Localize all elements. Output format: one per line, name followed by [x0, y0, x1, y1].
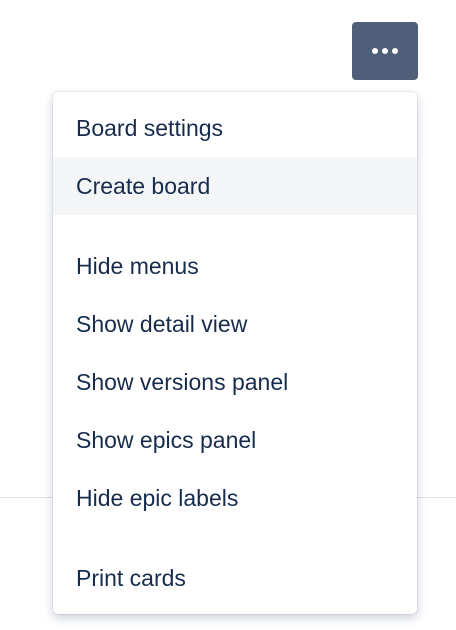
menu-group-view: Hide menus Show detail view Show version…	[53, 237, 417, 527]
menu-item-hide-menus[interactable]: Hide menus	[53, 237, 417, 295]
menu-item-hide-epic-labels[interactable]: Hide epic labels	[53, 469, 417, 527]
menu-item-show-detail-view[interactable]: Show detail view	[53, 295, 417, 353]
menu-item-show-epics-panel[interactable]: Show epics panel	[53, 411, 417, 469]
more-horizontal-icon	[372, 48, 398, 54]
menu-group-print: Print cards	[53, 549, 417, 607]
board-actions-dropdown: Board settings Create board Hide menus S…	[53, 92, 417, 614]
more-actions-button[interactable]	[352, 22, 418, 80]
menu-group-board: Board settings Create board	[53, 99, 417, 215]
menu-item-print-cards[interactable]: Print cards	[53, 549, 417, 607]
menu-item-show-versions-panel[interactable]: Show versions panel	[53, 353, 417, 411]
menu-item-board-settings[interactable]: Board settings	[53, 99, 417, 157]
menu-item-create-board[interactable]: Create board	[53, 157, 417, 215]
